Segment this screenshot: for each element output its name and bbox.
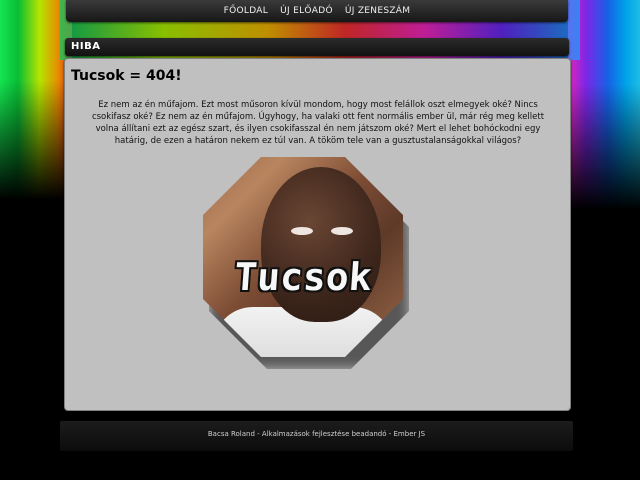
footer-text: Bacsa Roland - Alkalmazások fejlesztése … — [207, 430, 426, 438]
panel-title-bar: HIBA — [65, 38, 569, 56]
footer: Bacsa Roland - Alkalmazások fejlesztése … — [60, 421, 573, 451]
tucsok-image: Tucsok — [203, 157, 409, 369]
page-heading: Tucsok = 404! — [71, 68, 182, 84]
panel-title: HIBA — [71, 41, 101, 52]
nav-item-new-song[interactable]: ÚJ ZENESZÁM — [345, 6, 410, 16]
photo-eye-right — [331, 227, 353, 235]
error-message-text: Ez nem az én műfajom. Ezt most műsoron k… — [91, 100, 545, 146]
nav-item-new-artist[interactable]: ÚJ ELŐADÓ — [280, 6, 333, 16]
nav-item-home[interactable]: FŐOLDAL — [224, 6, 268, 16]
octagon-photo: Tucsok — [203, 157, 403, 357]
top-navigation: FŐOLDAL ÚJ ELŐADÓ ÚJ ZENESZÁM — [66, 0, 568, 22]
content-panel: Tucsok = 404! Ez nem az én műfajom. Ezt … — [64, 58, 571, 411]
image-logo-text: Tucsok — [232, 255, 374, 299]
photo-eye-left — [291, 227, 313, 235]
